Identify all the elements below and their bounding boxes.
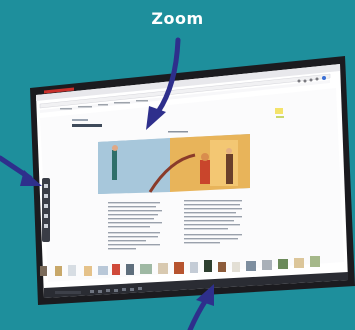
thumbnail[interactable] bbox=[84, 266, 92, 276]
zoom-toolbar[interactable] bbox=[42, 178, 50, 242]
thumbnail[interactable] bbox=[232, 262, 240, 272]
thumbnail[interactable] bbox=[140, 264, 152, 274]
taskbar-search[interactable] bbox=[55, 291, 81, 294]
pen-button[interactable] bbox=[44, 224, 48, 228]
thumbnail[interactable] bbox=[98, 266, 108, 275]
document-subtitle bbox=[72, 119, 88, 121]
zoom-in-button[interactable] bbox=[44, 184, 48, 188]
thumbnail[interactable] bbox=[158, 263, 168, 274]
thumbnail[interactable] bbox=[262, 260, 272, 270]
thumbnail[interactable] bbox=[174, 262, 184, 274]
zoom-out-button[interactable] bbox=[44, 194, 48, 198]
thumbnail[interactable] bbox=[218, 262, 226, 272]
thumbnail[interactable] bbox=[204, 260, 212, 272]
thumbnail[interactable] bbox=[55, 266, 62, 276]
thumbnail[interactable] bbox=[126, 264, 134, 275]
thumbnail[interactable] bbox=[294, 258, 304, 268]
thumbnail[interactable] bbox=[40, 266, 47, 276]
thumbnail[interactable] bbox=[278, 259, 288, 269]
thumbnail[interactable] bbox=[112, 264, 120, 275]
rotate-button[interactable] bbox=[44, 214, 48, 218]
sticky-note-icon[interactable] bbox=[275, 108, 284, 118]
thumbnail[interactable] bbox=[68, 265, 76, 276]
document-title bbox=[72, 124, 102, 127]
thumbnail[interactable] bbox=[310, 256, 320, 267]
thumbnail[interactable] bbox=[190, 262, 198, 273]
page-header-text bbox=[168, 131, 188, 133]
fit-page-button[interactable] bbox=[44, 204, 48, 208]
book-illustration bbox=[98, 134, 250, 194]
thumbnail[interactable] bbox=[246, 261, 256, 271]
